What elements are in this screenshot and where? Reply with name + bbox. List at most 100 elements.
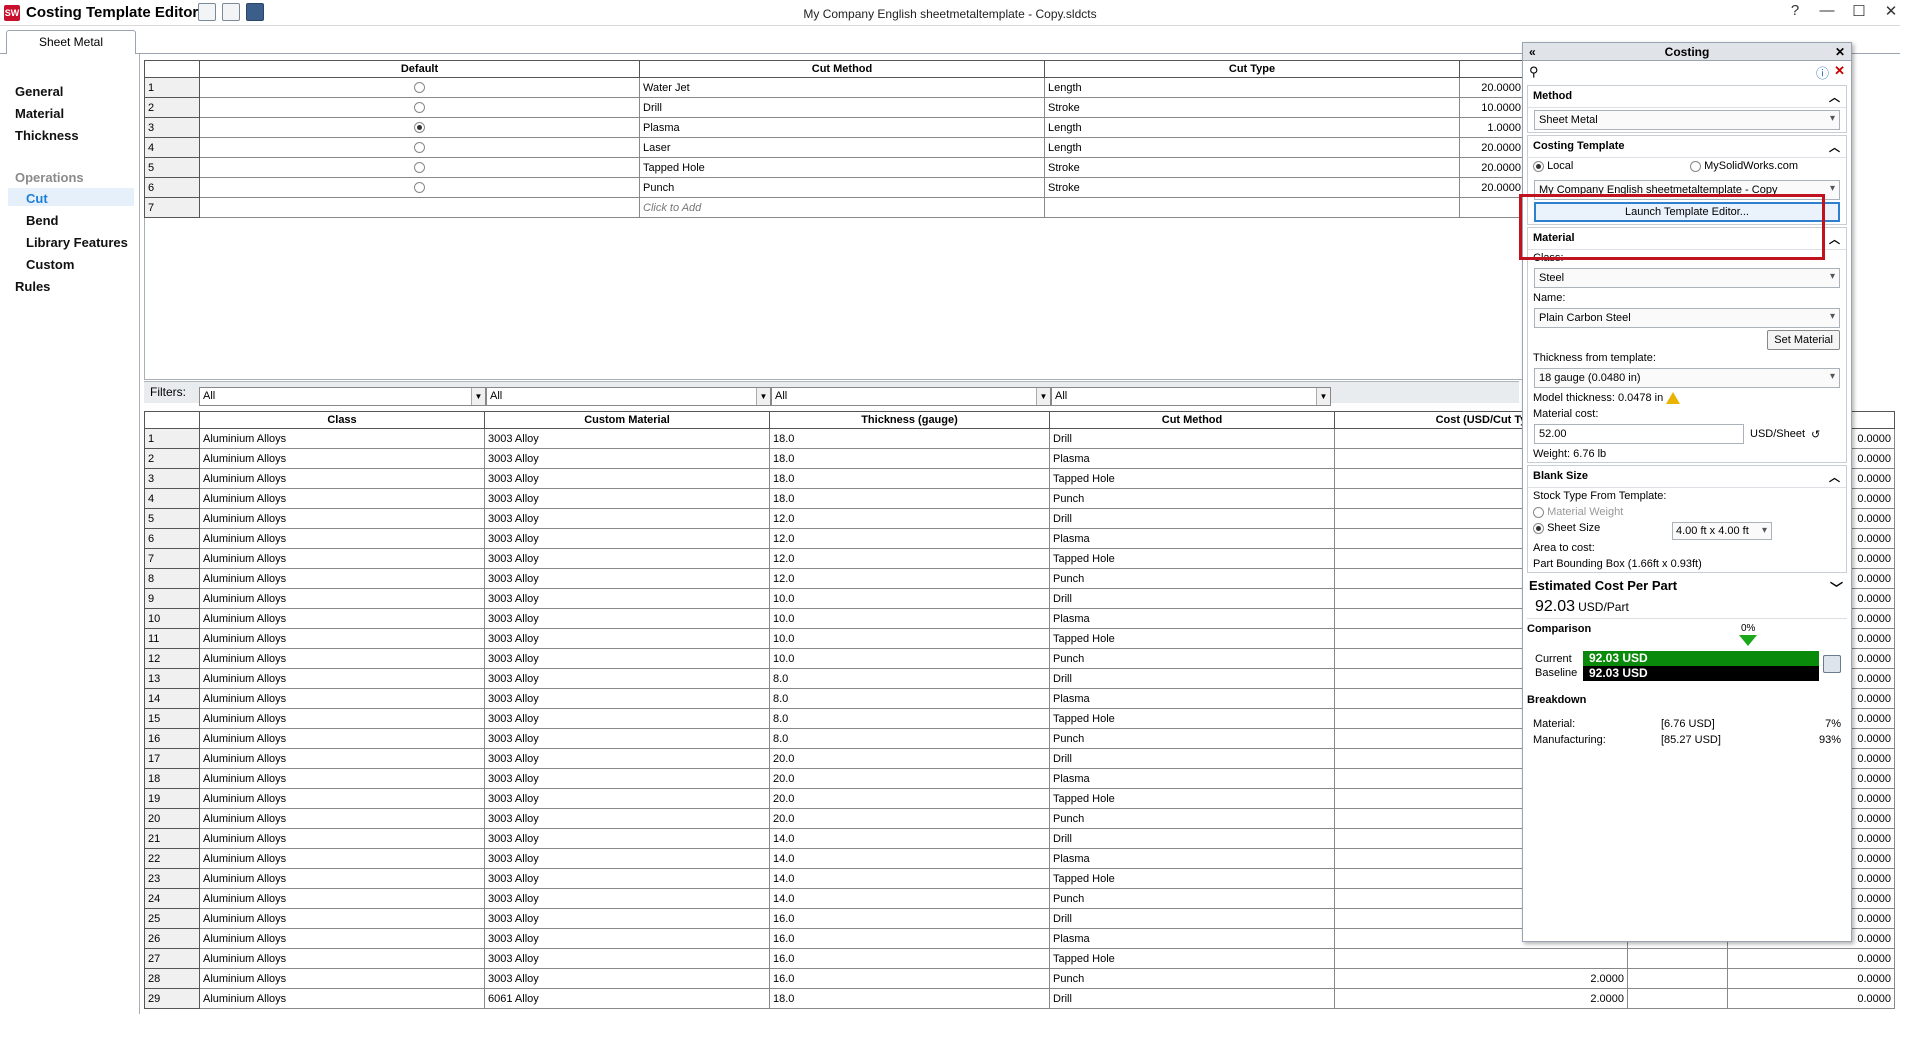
class-cell[interactable]: Aluminium Alloys xyxy=(199,708,485,729)
class-cell[interactable]: Aluminium Alloys xyxy=(199,908,485,929)
cut-method-cell[interactable]: Plasma xyxy=(1049,608,1335,629)
default-cell[interactable] xyxy=(199,137,640,158)
cut-method-cell[interactable]: Drill xyxy=(1049,988,1335,1009)
default-radio[interactable] xyxy=(414,102,425,114)
extra-cell[interactable] xyxy=(1627,988,1728,1009)
default-cell[interactable] xyxy=(199,177,640,198)
cut-method-cell[interactable]: Punch xyxy=(1049,808,1335,829)
cut-method-cell[interactable]: Tapped Hole xyxy=(1049,548,1335,569)
table-row[interactable]: 1 Water Jet Length 20.0000 xyxy=(144,77,1525,98)
default-radio[interactable] xyxy=(414,182,425,194)
cut-method-cell[interactable]: Drill xyxy=(1049,588,1335,609)
default-cell[interactable] xyxy=(199,157,640,178)
filter-thickness-select[interactable]: All ▼ xyxy=(771,387,1051,406)
cut-method-cell[interactable]: Punch xyxy=(639,177,1045,198)
custom-material-cell[interactable]: 3003 Alloy xyxy=(484,888,770,909)
thickness-cell[interactable]: 12.0 xyxy=(769,528,1050,549)
custom-material-cell[interactable]: 3003 Alloy xyxy=(484,708,770,729)
cut-method-cell[interactable]: Plasma xyxy=(1049,528,1335,549)
cost-cell[interactable]: 2.0000 xyxy=(1334,988,1628,1009)
chevron-up-icon[interactable]: ︿ xyxy=(1829,469,1840,485)
class-cell[interactable]: Aluminium Alloys xyxy=(199,848,485,869)
extra-cell[interactable] xyxy=(1627,968,1728,989)
set-material-button[interactable]: Set Material xyxy=(1767,330,1840,350)
thickness-cell[interactable]: 20.0 xyxy=(769,808,1050,829)
class-cell[interactable]: Aluminium Alloys xyxy=(199,868,485,889)
default-cell[interactable] xyxy=(199,97,640,118)
custom-material-cell[interactable]: 3003 Alloy xyxy=(484,728,770,749)
material-weight-radio[interactable] xyxy=(1533,506,1544,518)
value-cell[interactable]: 20.0000 xyxy=(1459,77,1525,98)
thickness-cell[interactable]: 16.0 xyxy=(769,908,1050,929)
cut-method-cell[interactable]: Punch xyxy=(1049,888,1335,909)
rate-cell[interactable]: 0.0000 xyxy=(1727,948,1895,969)
thickness-cell[interactable]: 10.0 xyxy=(769,628,1050,649)
chevron-up-icon[interactable]: ︿ xyxy=(1829,231,1840,247)
cut-method-cell[interactable]: Drill xyxy=(1049,828,1335,849)
cut-method-cell[interactable]: Punch xyxy=(1049,648,1335,669)
cut-method-cell[interactable]: Plasma xyxy=(1049,448,1335,469)
custom-material-cell[interactable]: 3003 Alloy xyxy=(484,548,770,569)
default-cell[interactable] xyxy=(199,197,640,218)
class-cell[interactable]: Aluminium Alloys xyxy=(199,608,485,629)
thickness-cell[interactable]: 16.0 xyxy=(769,928,1050,949)
custom-material-cell[interactable]: 3003 Alloy xyxy=(484,528,770,549)
custom-material-cell[interactable]: 3003 Alloy xyxy=(484,928,770,949)
class-cell[interactable]: Aluminium Alloys xyxy=(199,548,485,569)
thickness-cell[interactable]: 8.0 xyxy=(769,688,1050,709)
extra-cell[interactable] xyxy=(1627,948,1728,969)
thickness-cell[interactable]: 18.0 xyxy=(769,488,1050,509)
custom-material-cell[interactable]: 3003 Alloy xyxy=(484,768,770,789)
custom-material-cell[interactable]: 3003 Alloy xyxy=(484,608,770,629)
class-cell[interactable]: Aluminium Alloys xyxy=(199,808,485,829)
table-row[interactable]: 28 Aluminium Alloys 3003 Alloy 16.0 Punch 2.0… xyxy=(144,968,1895,989)
cut-method-cell[interactable]: Drill xyxy=(1049,748,1335,769)
cut-type-cell[interactable]: Length xyxy=(1044,137,1460,158)
costing-template-title[interactable]: Costing Template ︿ xyxy=(1528,136,1846,158)
thickness-cell[interactable]: 14.0 xyxy=(769,848,1050,869)
cut-type-cell[interactable]: Length xyxy=(1044,117,1460,138)
cut-method-cell[interactable]: Tapped Hole xyxy=(1049,948,1335,969)
thickness-cell[interactable]: 8.0 xyxy=(769,668,1050,689)
cut-method-cell[interactable]: Punch xyxy=(1049,728,1335,749)
thickness-cell[interactable]: 20.0 xyxy=(769,768,1050,789)
nav-cut[interactable]: Cut xyxy=(26,191,48,206)
rate-cell[interactable]: 0.0000 xyxy=(1727,988,1895,1009)
cut-method-cell[interactable]: Tapped Hole xyxy=(1049,468,1335,489)
custom-material-cell[interactable]: 3003 Alloy xyxy=(484,648,770,669)
thickness-cell[interactable]: 18.0 xyxy=(769,468,1050,489)
class-cell[interactable]: Aluminium Alloys xyxy=(199,888,485,909)
thickness-cell[interactable]: 14.0 xyxy=(769,868,1050,889)
custom-material-cell[interactable]: 3003 Alloy xyxy=(484,568,770,589)
minimize-icon[interactable]: — xyxy=(1818,2,1836,20)
click-to-add-cell[interactable]: Click to Add xyxy=(639,197,1045,218)
cut-type-cell[interactable]: Stroke xyxy=(1044,97,1460,118)
class-select[interactable]: Steel ▾ xyxy=(1534,268,1840,288)
tab-sheet-metal[interactable]: Sheet Metal xyxy=(6,30,136,54)
thickness-cell[interactable]: 12.0 xyxy=(769,568,1050,589)
method-select[interactable]: Sheet Metal ▾ xyxy=(1534,110,1840,130)
table-row[interactable]: 2 Drill Stroke 10.0000 xyxy=(144,97,1525,118)
class-cell[interactable]: Aluminium Alloys xyxy=(199,528,485,549)
table-row[interactable]: 27 Aluminium Alloys 3003 Alloy 16.0 Tapped H… xyxy=(144,948,1895,969)
column-header-default[interactable]: Default xyxy=(199,60,640,78)
column-header-custom-material[interactable]: Custom Material xyxy=(484,411,770,429)
help-circle-icon[interactable]: ⓘ xyxy=(1816,63,1829,82)
custom-material-cell[interactable]: 3003 Alloy xyxy=(484,908,770,929)
thickness-cell[interactable]: 12.0 xyxy=(769,508,1050,529)
thickness-cell[interactable]: 8.0 xyxy=(769,728,1050,749)
class-cell[interactable]: Aluminium Alloys xyxy=(199,928,485,949)
method-title[interactable]: Method ︿ xyxy=(1528,86,1846,108)
value-cell[interactable]: 20.0000 xyxy=(1459,137,1525,158)
custom-material-cell[interactable]: 3003 Alloy xyxy=(484,868,770,889)
thickness-cell[interactable]: 10.0 xyxy=(769,648,1050,669)
thickness-cell[interactable]: 16.0 xyxy=(769,968,1050,989)
cut-type-cell[interactable]: Stroke xyxy=(1044,157,1460,178)
custom-material-cell[interactable]: 3003 Alloy xyxy=(484,628,770,649)
custom-material-cell[interactable]: 3003 Alloy xyxy=(484,948,770,969)
custom-material-cell[interactable]: 3003 Alloy xyxy=(484,968,770,989)
custom-material-cell[interactable]: 3003 Alloy xyxy=(484,488,770,509)
blank-size-title[interactable]: Blank Size ︿ xyxy=(1528,466,1846,489)
default-radio[interactable] xyxy=(414,82,425,94)
custom-material-cell[interactable]: 3003 Alloy xyxy=(484,468,770,489)
